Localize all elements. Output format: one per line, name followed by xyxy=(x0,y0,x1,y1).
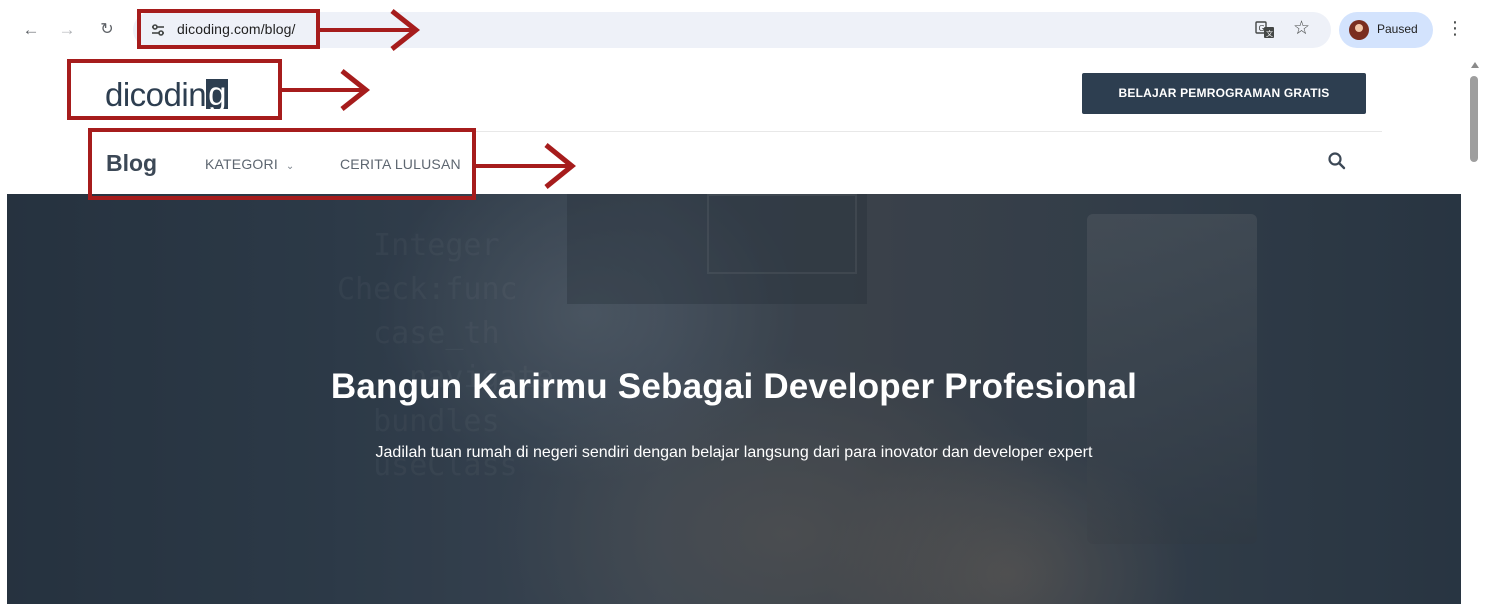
annotation-arrow-logo xyxy=(278,69,371,111)
search-icon[interactable] xyxy=(1327,151,1347,171)
profile-status-label: Paused xyxy=(1377,22,1418,36)
hero-title: Bangun Karirmu Sebagai Developer Profesi… xyxy=(330,367,1138,406)
bookmark-star-icon[interactable]: ☆ xyxy=(1293,17,1310,41)
page-scrollbar[interactable] xyxy=(1464,58,1488,604)
reload-icon[interactable]: ↻ xyxy=(97,19,117,41)
belajar-gratis-button[interactable]: BELAJAR PEMROGRAMAN GRATIS xyxy=(1082,73,1366,114)
annotation-box-url xyxy=(137,9,320,49)
svg-text:文: 文 xyxy=(1266,29,1273,38)
translate-icon[interactable]: G 文 xyxy=(1255,21,1275,39)
hero-banner: Integer Check:func case_th navigate bund… xyxy=(7,194,1461,604)
hero-subtitle: Jadilah tuan rumah di negeri sendiri den… xyxy=(375,444,1093,461)
annotation-arrow-url xyxy=(320,9,421,51)
back-arrow-icon[interactable]: ← xyxy=(21,19,41,41)
svg-text:G: G xyxy=(1259,24,1265,33)
annotation-arrow-nav xyxy=(476,143,576,189)
annotation-box-logo xyxy=(67,59,282,120)
scroll-thumb[interactable] xyxy=(1470,76,1478,162)
profile-button[interactable]: Paused xyxy=(1339,12,1433,48)
avatar xyxy=(1349,20,1369,40)
forward-arrow-icon[interactable]: → xyxy=(57,19,77,41)
kebab-menu-icon[interactable]: ⋮ xyxy=(1446,17,1464,39)
scroll-up-arrow-icon[interactable] xyxy=(1471,62,1479,68)
annotation-box-nav xyxy=(88,128,476,200)
